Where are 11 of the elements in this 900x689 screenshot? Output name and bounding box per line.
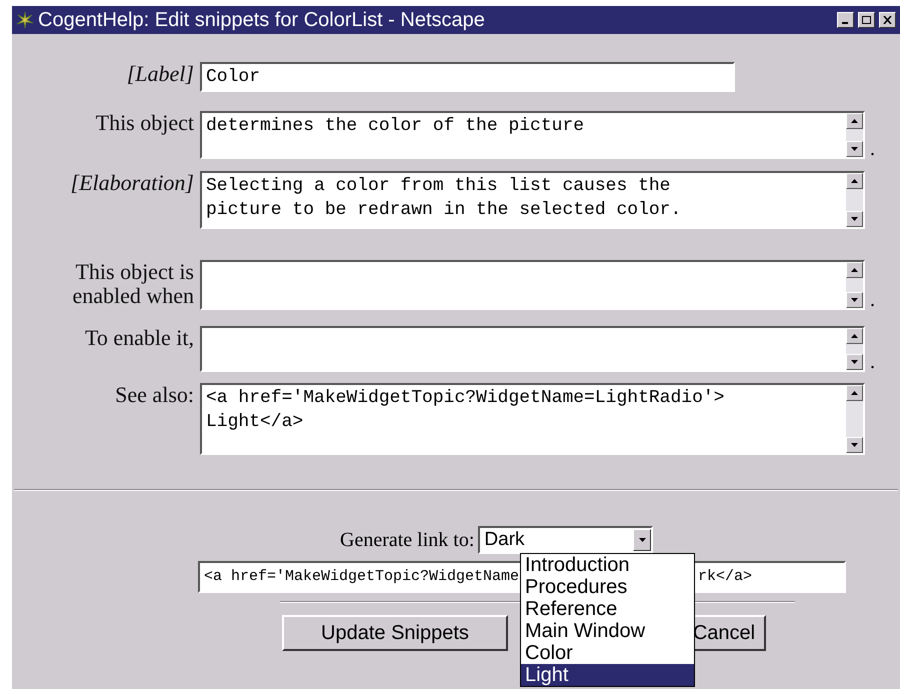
period-mark: .: [870, 290, 875, 310]
period-mark: .: [870, 139, 875, 159]
period-mark: .: [870, 352, 875, 372]
field-label: [Label]: [126, 62, 195, 86]
generate-label: Generate link to:: [340, 528, 474, 553]
field-label: This object: [94, 111, 195, 135]
field-label: This object is enabled when: [71, 260, 195, 308]
field-label: To enable it,: [84, 326, 195, 350]
field-label: [Elaboration]: [70, 171, 195, 195]
field-label: See also:: [114, 383, 195, 407]
window-title: CogentHelp: Edit snippets for ColorList - Netscape: [38, 8, 486, 33]
